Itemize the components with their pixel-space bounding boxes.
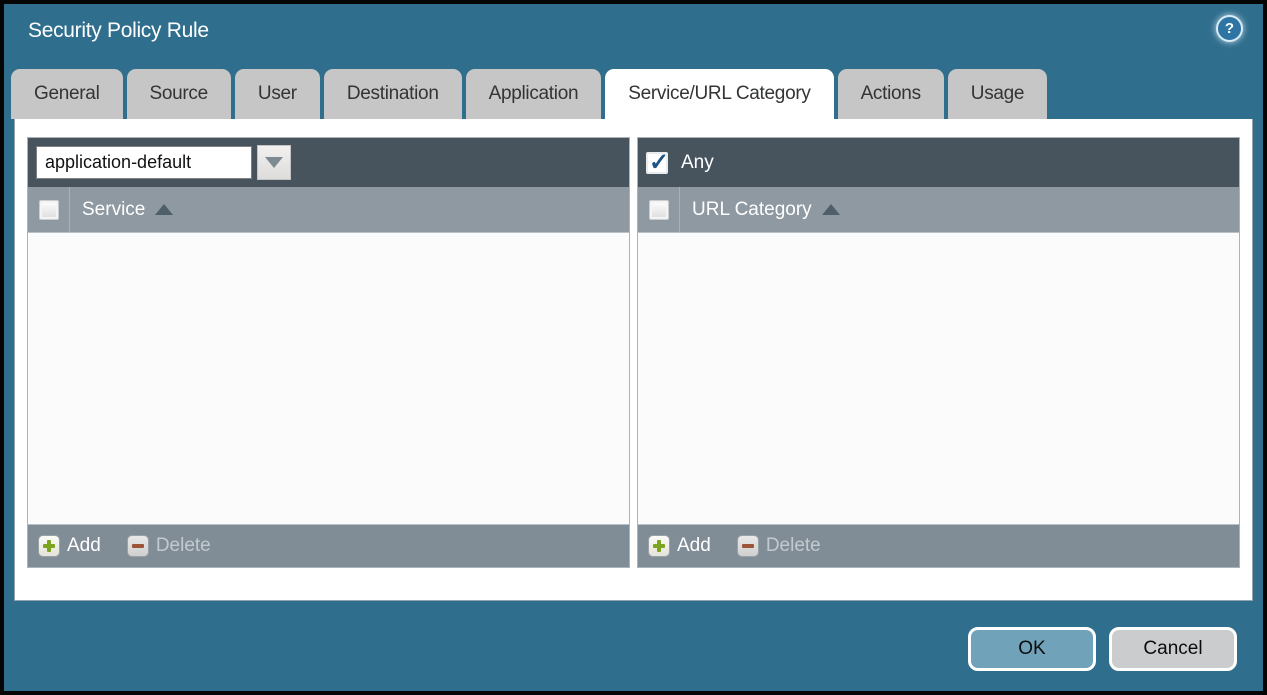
dialog-button-bar: OK Cancel — [968, 627, 1237, 671]
titlebar: Security Policy Rule ? — [4, 4, 1263, 65]
url-category-toolbar: Any — [638, 138, 1239, 187]
minus-icon — [127, 535, 149, 557]
service-header-checkcell — [28, 187, 70, 232]
ok-button[interactable]: OK — [968, 627, 1096, 671]
minus-icon — [737, 535, 759, 557]
url-category-header-checkcell — [638, 187, 680, 232]
plus-icon — [648, 535, 670, 557]
any-checkbox[interactable] — [646, 152, 668, 174]
service-toolbar: application-default — [28, 138, 629, 187]
any-checkbox-label: Any — [681, 152, 714, 174]
tab-application[interactable]: Application — [466, 69, 602, 119]
service-panel: application-default Service Add — [27, 137, 630, 568]
url-category-panel: Any URL Category Add Delete — [637, 137, 1240, 568]
service-column-header[interactable]: Service — [82, 199, 145, 221]
service-grid-header: Service — [28, 187, 629, 233]
service-type-dropdown-button[interactable] — [257, 145, 291, 180]
service-grid-body[interactable] — [28, 233, 629, 524]
url-category-select-all-checkbox[interactable] — [649, 200, 669, 220]
tab-service-url-category[interactable]: Service/URL Category — [605, 69, 833, 119]
tab-source[interactable]: Source — [127, 69, 231, 119]
tab-general[interactable]: General — [11, 69, 123, 119]
help-icon[interactable]: ? — [1216, 15, 1243, 42]
sort-ascending-icon[interactable] — [822, 204, 840, 215]
tab-destination[interactable]: Destination — [324, 69, 462, 119]
url-category-column-header[interactable]: URL Category — [692, 199, 812, 221]
sort-ascending-icon[interactable] — [155, 204, 173, 215]
plus-icon — [38, 535, 60, 557]
cancel-button[interactable]: Cancel — [1109, 627, 1237, 671]
service-grid-footer: Add Delete — [28, 524, 629, 567]
url-category-delete-button[interactable]: Delete — [737, 535, 821, 557]
dialog-title: Security Policy Rule — [28, 19, 209, 43]
tab-bar: General Source User Destination Applicat… — [11, 69, 1047, 119]
service-type-combobox: application-default — [36, 145, 291, 180]
url-category-grid-footer: Add Delete — [638, 524, 1239, 567]
url-category-grid-body[interactable] — [638, 233, 1239, 524]
tab-content-service-url-category: application-default Service Add — [14, 119, 1253, 601]
tab-usage[interactable]: Usage — [948, 69, 1047, 119]
service-add-button[interactable]: Add — [38, 535, 101, 557]
url-category-grid-header: URL Category — [638, 187, 1239, 233]
service-delete-button[interactable]: Delete — [127, 535, 211, 557]
security-policy-rule-dialog: Security Policy Rule ? General Source Us… — [0, 0, 1267, 695]
service-type-input[interactable]: application-default — [36, 146, 252, 179]
service-select-all-checkbox[interactable] — [39, 200, 59, 220]
tab-actions[interactable]: Actions — [838, 69, 944, 119]
url-category-add-button[interactable]: Add — [648, 535, 711, 557]
dropdown-arrow-icon — [265, 157, 283, 168]
tab-user[interactable]: User — [235, 69, 320, 119]
